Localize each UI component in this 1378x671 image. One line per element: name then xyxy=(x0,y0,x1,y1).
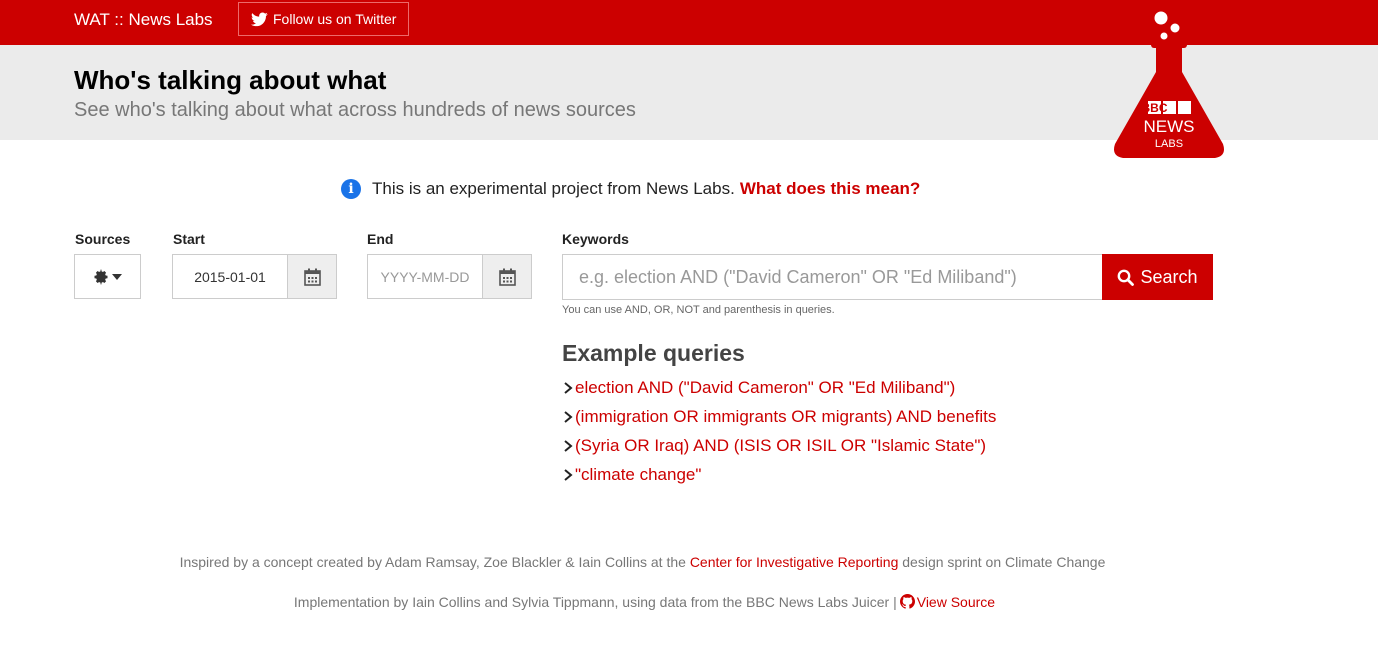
footer-implementation: Implementation by Iain Collins and Sylvi… xyxy=(0,594,1289,610)
example-query-link[interactable]: (immigration OR immigrants OR migrants) … xyxy=(562,402,996,431)
example-queries-heading: Example queries xyxy=(562,340,745,366)
keywords-label: Keywords xyxy=(562,231,629,247)
cir-link[interactable]: Center for Investigative Reporting xyxy=(690,554,899,570)
search-label: Search xyxy=(1140,266,1198,287)
chevron-right-icon xyxy=(564,410,573,423)
follow-twitter-button[interactable]: Follow us on Twitter xyxy=(238,2,410,36)
end-label: End xyxy=(367,231,394,247)
twitter-label: Follow us on Twitter xyxy=(273,11,397,27)
search-button[interactable]: Search xyxy=(1102,254,1213,300)
footer-credits: Inspired by a concept created by Adam Ra… xyxy=(0,554,1285,570)
end-date-input[interactable] xyxy=(367,254,482,299)
view-source-link[interactable]: View Source xyxy=(917,594,995,610)
chevron-right-icon xyxy=(564,439,573,452)
logo-news: NEWS xyxy=(1144,117,1195,136)
example-query-text: (Syria OR Iraq) AND (ISIS OR ISIL OR "Is… xyxy=(575,435,987,455)
sources-dropdown-button[interactable] xyxy=(74,254,141,299)
experimental-notice: i This is an experimental project from N… xyxy=(341,177,920,201)
example-query-link[interactable]: (Syria OR Iraq) AND (ISIS OR ISIL OR "Is… xyxy=(562,431,996,460)
twitter-icon xyxy=(251,11,268,26)
sources-label: Sources xyxy=(75,231,131,247)
start-date-input[interactable] xyxy=(172,254,287,299)
example-query-link[interactable]: "climate change" xyxy=(562,460,996,489)
calendar-icon xyxy=(498,268,516,286)
example-query-link[interactable]: election AND ("David Cameron" OR "Ed Mil… xyxy=(562,373,996,402)
page-subtitle: See who's talking about what across hund… xyxy=(74,99,636,121)
calendar-icon xyxy=(303,268,321,286)
brand-link[interactable]: WAT :: News Labs xyxy=(74,10,213,30)
example-query-text: election AND ("David Cameron" OR "Ed Mil… xyxy=(575,377,956,397)
what-does-this-mean-link[interactable]: What does this mean? xyxy=(740,179,920,199)
github-icon xyxy=(899,594,915,609)
gear-icon xyxy=(94,269,108,284)
logo-labs: LABS xyxy=(1155,138,1183,150)
chevron-right-icon xyxy=(564,381,573,394)
example-query-text: (immigration OR immigrants OR migrants) … xyxy=(575,406,997,426)
chevron-right-icon xyxy=(564,468,573,481)
footer-implementation-text: Implementation by Iain Collins and Sylvi… xyxy=(293,594,897,610)
example-query-text: "climate change" xyxy=(575,464,702,484)
query-help-text: You can use AND, OR, NOT and parenthesis… xyxy=(562,304,835,316)
end-date-group xyxy=(367,254,532,299)
keywords-input[interactable] xyxy=(562,254,1103,300)
page-title: Who's talking about what xyxy=(74,65,387,95)
start-label: Start xyxy=(173,231,205,247)
end-calendar-button[interactable] xyxy=(482,254,532,299)
logo-b1: BBC xyxy=(1142,101,1168,115)
info-icon: i xyxy=(341,179,361,199)
search-icon xyxy=(1118,269,1135,286)
start-date-group xyxy=(172,254,337,299)
example-queries-list: election AND ("David Cameron" OR "Ed Mil… xyxy=(562,373,996,489)
flask-logo[interactable]: BBC NEWS LABS xyxy=(1109,6,1229,162)
start-calendar-button[interactable] xyxy=(287,254,337,299)
footer-credits-suffix: design sprint on Climate Change xyxy=(902,554,1106,570)
footer-credits-prefix: Inspired by a concept created by Adam Ra… xyxy=(179,554,686,570)
notice-text: This is an experimental project from New… xyxy=(372,179,735,198)
caret-down-icon xyxy=(112,273,122,280)
